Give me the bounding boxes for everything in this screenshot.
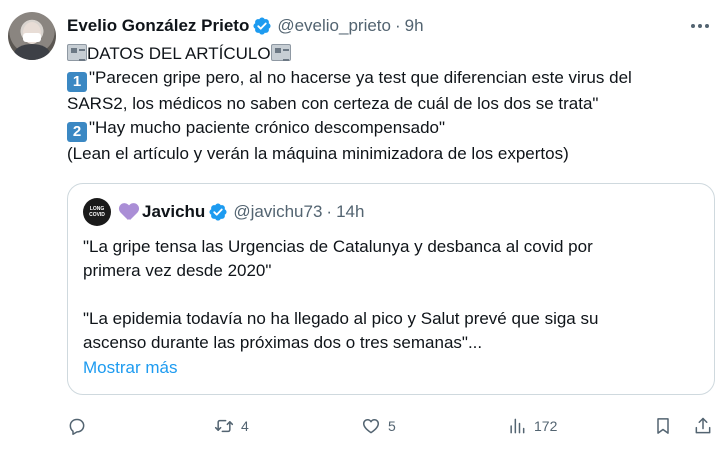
views-button[interactable]: 172 (507, 413, 557, 439)
quoted-header-separator: · (326, 202, 333, 221)
more-options-icon[interactable] (688, 14, 712, 38)
tweet-timestamp[interactable]: 9h (405, 16, 424, 36)
share-button[interactable] (693, 413, 713, 439)
quoted-line: primera vez desde 2020" (83, 261, 272, 280)
tweet-text: DATOS DEL ARTÍCULO 1 "Parecen gripe pero,… (67, 42, 717, 166)
point2-text: "Hay mucho paciente crónico descompensad… (89, 118, 446, 137)
reply-icon (69, 418, 85, 435)
quoted-line: "La gripe tensa las Urgencias de Catalun… (83, 237, 593, 256)
quoted-line: "La epidemia todavía no ha llegado al pi… (83, 309, 599, 328)
avatar-body (14, 44, 50, 60)
more-dot (705, 24, 709, 28)
author-name[interactable]: Evelio González Prieto (67, 16, 249, 36)
header-separator: · (394, 16, 401, 35)
bookmark-icon (657, 418, 669, 434)
verified-badge-icon (209, 203, 227, 221)
retweet-count: 4 (241, 418, 249, 434)
keycap-one-icon: 1 (67, 72, 87, 92)
quoted-tweet[interactable]: LONG COVID Javichu @javichu73 · 14h "La … (67, 183, 715, 395)
quoted-line: ascenso durante las próximas dos o tres … (83, 333, 483, 352)
like-button[interactable]: 5 (361, 413, 396, 439)
tweet-header: Evelio González Prieto @evelio_prieto · … (67, 15, 424, 37)
avatar-logo-text: COVID (89, 212, 105, 218)
like-count: 5 (388, 418, 396, 434)
retweet-button[interactable]: 4 (214, 413, 249, 439)
avatar-mask (23, 33, 41, 42)
reply-button[interactable] (67, 413, 87, 439)
closing-text: (Lean el artículo y verán la máquina min… (67, 144, 569, 163)
share-icon (695, 417, 711, 434)
quoted-tweet-text: "La gripe tensa las Urgencias de Catalun… (83, 235, 703, 355)
tweet-line-point2: 2 "Hay mucho paciente crónico descompensa… (67, 116, 717, 142)
quoted-author-handle[interactable]: @javichu73 (233, 202, 322, 222)
purple-heart-icon (119, 203, 139, 221)
views-icon (510, 418, 525, 434)
heart-icon (362, 419, 380, 434)
quoted-tweet-header: LONG COVID Javichu @javichu73 · 14h (83, 198, 364, 226)
point1-text-a: "Parecen gripe pero, al no hacerse ya te… (89, 68, 632, 87)
more-dot (691, 24, 695, 28)
views-count: 172 (534, 418, 558, 434)
tweet-header-text: DATOS DEL ARTÍCULO (87, 44, 271, 63)
avatar[interactable] (8, 12, 56, 60)
tweet-line-point1: 1 "Parecen gripe pero, al no hacerse ya t… (67, 66, 717, 92)
bookmark-button[interactable] (653, 413, 673, 439)
tweet-line-header: DATOS DEL ARTÍCULO (67, 42, 717, 66)
quoted-author-avatar[interactable]: LONG COVID (83, 198, 111, 226)
newspaper-icon (270, 44, 291, 61)
show-more-link[interactable]: Mostrar más (83, 358, 177, 378)
quoted-author-name[interactable]: Javichu (142, 202, 205, 222)
keycap-two-icon: 2 (67, 122, 87, 142)
newspaper-icon (67, 44, 87, 61)
quoted-timestamp[interactable]: 14h (336, 202, 364, 222)
author-handle[interactable]: @evelio_prieto (277, 16, 391, 36)
tweet-actions: 4 5 172 (67, 413, 717, 439)
more-dot (698, 24, 702, 28)
retweet-icon (214, 419, 234, 433)
point1-text-b: SARS2, los médicos no saben con certeza … (67, 94, 599, 113)
verified-badge-icon (253, 17, 271, 35)
